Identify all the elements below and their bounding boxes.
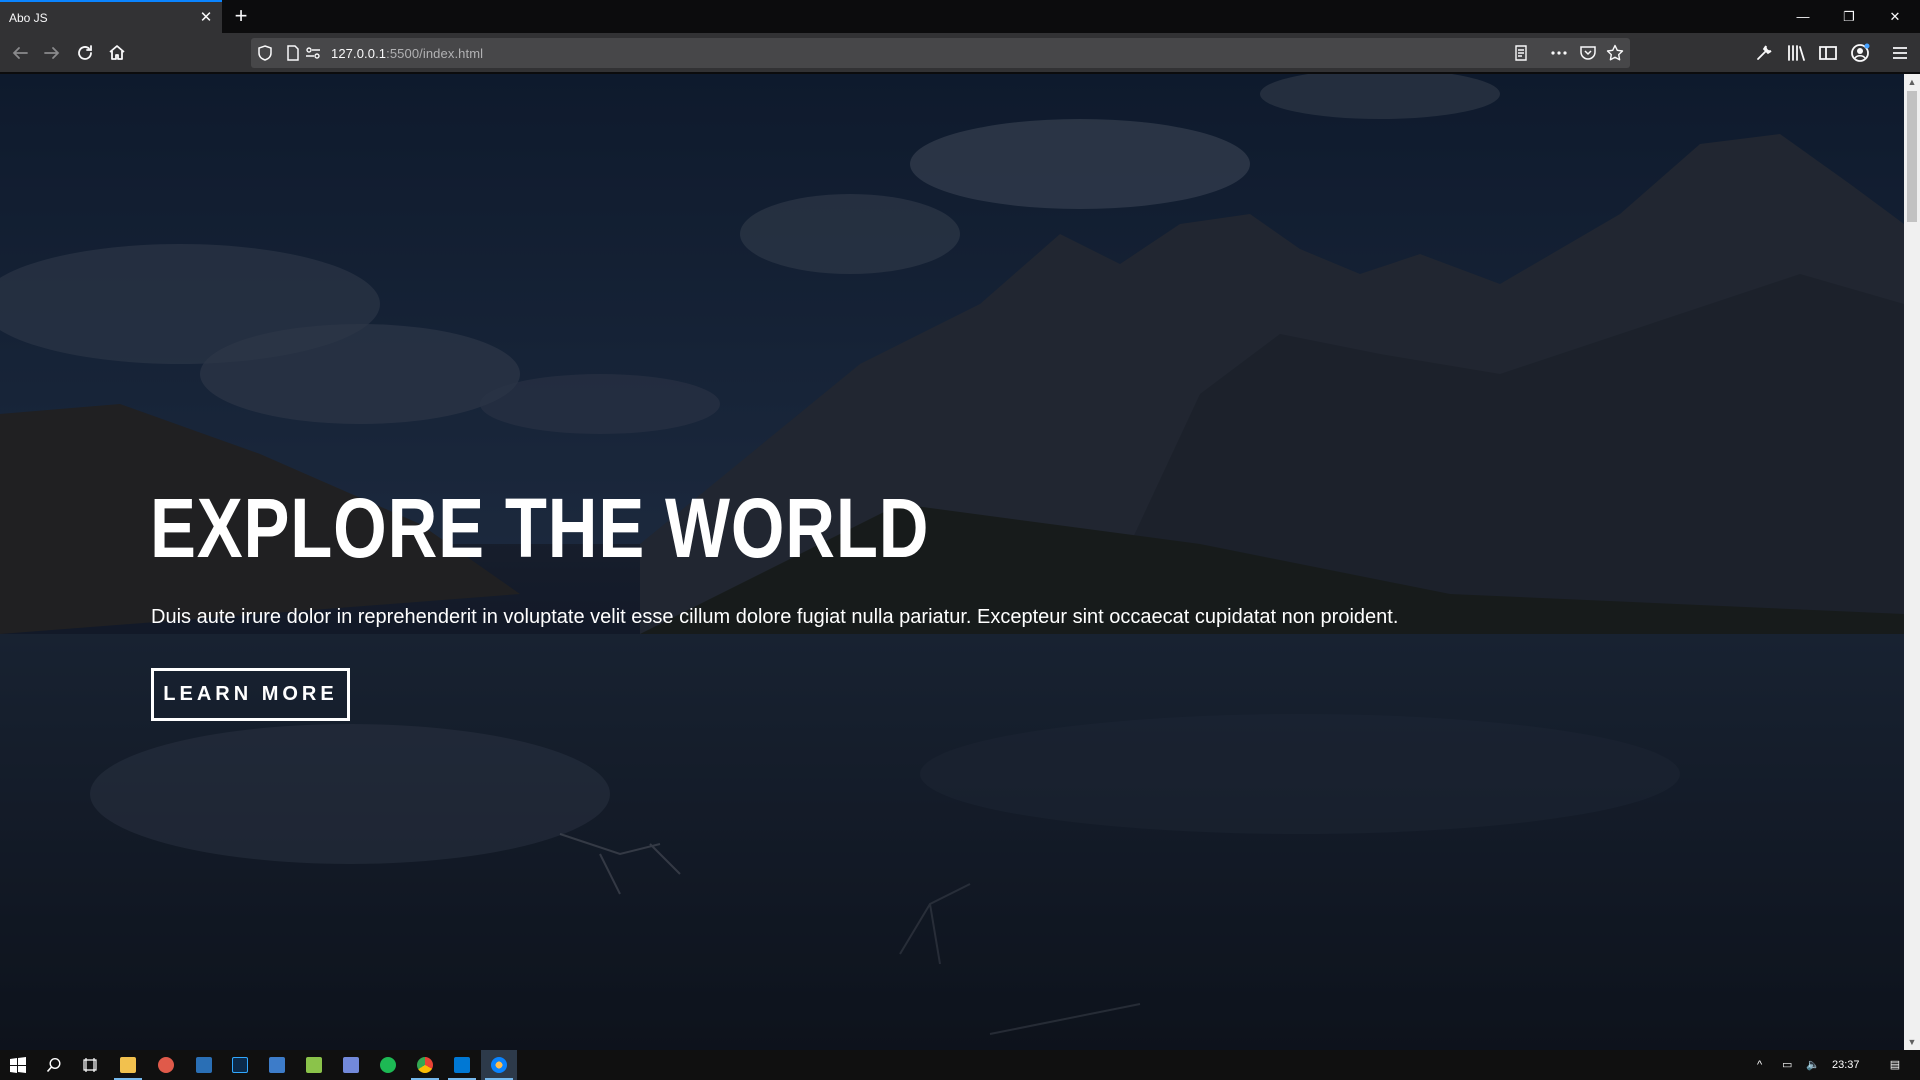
navigation-toolbar: 127.0.0.1:5500/index.html xyxy=(0,33,1920,73)
home-icon xyxy=(109,45,125,60)
sidebar-icon xyxy=(1819,46,1837,60)
spotify-icon xyxy=(380,1057,396,1073)
network-icon[interactable]: ▭ xyxy=(1782,1050,1792,1080)
hamburger-menu-icon xyxy=(1893,47,1907,59)
android-app-icon xyxy=(306,1057,322,1073)
chrome-icon xyxy=(417,1057,433,1073)
shield-app-icon xyxy=(269,1057,285,1073)
taskbar-app-android[interactable] xyxy=(296,1050,332,1080)
task-view-button[interactable] xyxy=(72,1050,108,1080)
restore-button[interactable]: ❐ xyxy=(1826,0,1872,33)
account-icon xyxy=(1851,43,1870,62)
hero-section: EXPLORE THE WORLD Duis aute irure dolor … xyxy=(0,74,1904,1050)
scroll-up-arrow-icon[interactable]: ▲ xyxy=(1904,74,1920,90)
shield-icon[interactable] xyxy=(255,43,275,63)
notepad-app-icon xyxy=(196,1057,212,1073)
taskbar-clock[interactable]: 23:37 xyxy=(1832,1050,1860,1080)
minimize-button[interactable]: — xyxy=(1780,0,1826,33)
firefox-icon xyxy=(491,1057,507,1073)
taskbar-app-photoshop[interactable] xyxy=(222,1050,258,1080)
taskbar-app-security[interactable] xyxy=(259,1050,295,1080)
taskbar-app-discord[interactable] xyxy=(333,1050,369,1080)
tab-strip: Abo JS ✕ + — ❐ ✕ xyxy=(0,0,1920,33)
folder-icon xyxy=(120,1057,136,1073)
taskbar-file-explorer[interactable] xyxy=(110,1050,146,1080)
photoshop-icon xyxy=(232,1057,248,1073)
windows-taskbar: ^ ▭ 🔈 23:37 ▤ xyxy=(0,1050,1920,1080)
home-button[interactable] xyxy=(105,41,129,65)
start-button[interactable] xyxy=(0,1050,36,1080)
reload-icon xyxy=(78,45,92,60)
page-scrollbar[interactable]: ▲ ▼ xyxy=(1904,74,1920,1050)
back-button[interactable] xyxy=(8,41,32,65)
page-info-icon[interactable] xyxy=(283,43,303,63)
page-actions-icon[interactable] xyxy=(1549,43,1569,63)
sidebar-button[interactable] xyxy=(1816,41,1840,65)
reload-button[interactable] xyxy=(73,41,97,65)
library-button[interactable] xyxy=(1784,41,1808,65)
url-bar[interactable]: 127.0.0.1:5500/index.html xyxy=(251,38,1630,68)
taskbar-app-notepad[interactable] xyxy=(186,1050,222,1080)
forward-arrow-icon xyxy=(44,47,60,59)
taskbar-app-chrome-canary[interactable] xyxy=(148,1050,184,1080)
search-icon xyxy=(46,1057,61,1073)
browser-app-icon xyxy=(158,1057,174,1073)
hero-title: EXPLORE THE WORLD xyxy=(150,481,930,575)
url-host: 127.0.0.1 xyxy=(331,46,387,61)
task-view-icon xyxy=(83,1058,97,1072)
search-button[interactable] xyxy=(36,1050,72,1080)
bookmark-star-icon[interactable] xyxy=(1605,43,1625,63)
reader-view-icon[interactable] xyxy=(1511,43,1531,63)
learn-more-button[interactable]: LEARN MORE xyxy=(151,668,350,721)
pocket-icon[interactable] xyxy=(1578,43,1598,63)
scrollbar-thumb[interactable] xyxy=(1907,91,1917,222)
close-window-button[interactable]: ✕ xyxy=(1872,0,1918,33)
taskbar-app-spotify[interactable] xyxy=(370,1050,406,1080)
taskbar-app-vscode[interactable] xyxy=(444,1050,480,1080)
discord-icon xyxy=(343,1057,359,1073)
tray-overflow-icon[interactable]: ^ xyxy=(1757,1050,1762,1080)
browser-tab[interactable]: Abo JS ✕ xyxy=(0,0,222,33)
url-path: :5500/index.html xyxy=(386,46,484,61)
windows-logo-icon xyxy=(10,1057,26,1073)
volume-icon[interactable]: 🔈 xyxy=(1806,1050,1820,1080)
forward-button[interactable] xyxy=(40,41,64,65)
scroll-down-arrow-icon[interactable]: ▼ xyxy=(1904,1034,1920,1050)
library-icon xyxy=(1788,45,1805,61)
back-arrow-icon xyxy=(12,47,28,59)
new-tab-button[interactable]: + xyxy=(229,4,253,28)
account-button[interactable] xyxy=(1848,41,1872,65)
hero-description: Duis aute irure dolor in reprehenderit i… xyxy=(151,606,1399,628)
url-text: 127.0.0.1:5500/index.html xyxy=(331,46,483,61)
vscode-icon xyxy=(454,1057,470,1073)
notifications-icon[interactable]: ▤ xyxy=(1880,1050,1910,1080)
menu-button[interactable] xyxy=(1888,41,1912,65)
taskbar-app-chrome[interactable] xyxy=(407,1050,443,1080)
permissions-icon[interactable] xyxy=(303,43,323,63)
wrench-icon xyxy=(1757,45,1772,60)
developer-tools-button[interactable] xyxy=(1752,41,1776,65)
taskbar-app-firefox[interactable] xyxy=(481,1050,517,1080)
tab-title: Abo JS xyxy=(9,11,48,25)
tab-close-icon[interactable]: ✕ xyxy=(196,8,216,28)
